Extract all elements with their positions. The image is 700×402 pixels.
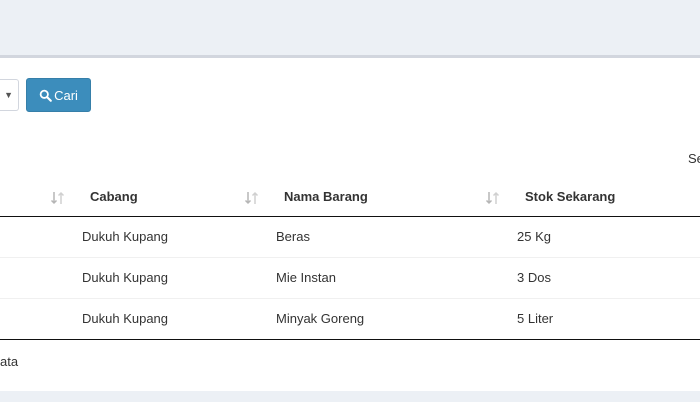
table-info: ata (0, 354, 19, 369)
cell-cabang: Dukuh Kupang (82, 229, 169, 244)
cell-cabang: Dukuh Kupang (82, 270, 169, 285)
table-row: Dukuh Kupang Mie Instan 3 Dos (0, 258, 700, 299)
table-row: Dukuh Kupang Beras 25 Kg (0, 217, 700, 258)
table-header: Cabang Nama Barang Stok Sekarang (0, 181, 700, 217)
cell-nama-barang: Beras (276, 229, 310, 244)
sort-icon[interactable] (244, 190, 260, 206)
stock-table: Cabang Nama Barang Stok Sekarang Dukuh K… (0, 181, 700, 340)
column-header-stok-sekarang[interactable]: Stok Sekarang (525, 181, 615, 216)
search-icon (39, 89, 52, 102)
sort-icon[interactable] (485, 190, 501, 206)
cell-nama-barang: Mie Instan (276, 270, 336, 285)
branch-select[interactable]: ▼ (0, 79, 19, 111)
cell-stok: 3 Dos (517, 270, 551, 285)
column-header-nama-barang[interactable]: Nama Barang (284, 181, 368, 216)
column-header-cabang[interactable]: Cabang (90, 181, 138, 216)
search-button[interactable]: Cari (26, 78, 91, 112)
table-row: Dukuh Kupang Minyak Goreng 5 Liter (0, 299, 700, 340)
sort-icon[interactable] (50, 190, 66, 206)
search-button-label: Cari (54, 87, 78, 103)
cell-cabang: Dukuh Kupang (82, 311, 169, 326)
dropdown-arrow-icon: ▼ (4, 90, 13, 100)
content-box: ▼ Cari Se Cabang Nama Barang Stok (0, 55, 700, 391)
cell-nama-barang: Minyak Goreng (276, 311, 365, 326)
table-search-label: Se (688, 151, 700, 166)
cell-stok: 25 Kg (517, 229, 551, 244)
cell-stok: 5 Liter (517, 311, 554, 326)
